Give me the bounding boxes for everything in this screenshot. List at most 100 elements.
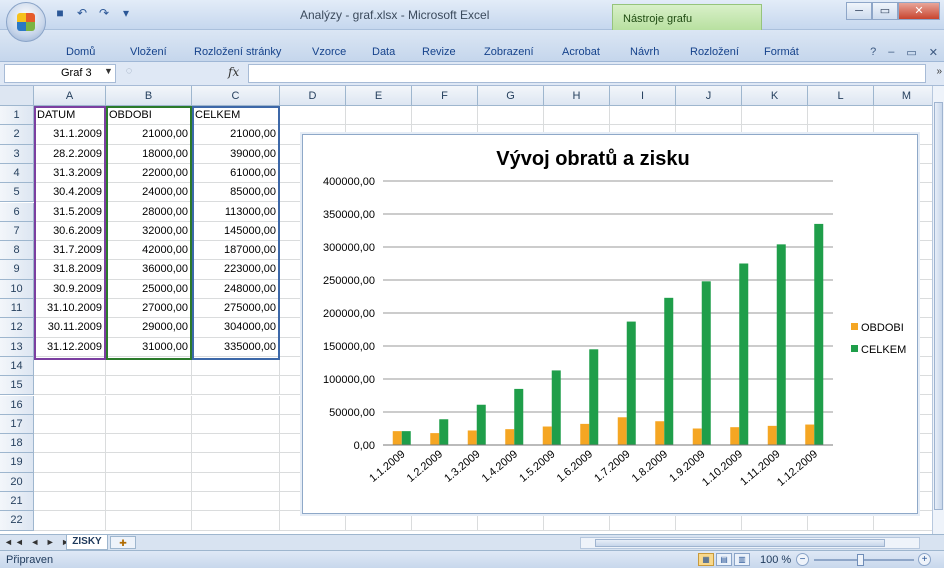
row-header-6[interactable]: 6 — [0, 202, 34, 222]
row-header-10[interactable]: 10 — [0, 279, 34, 299]
cell[interactable] — [106, 434, 192, 454]
formula-input[interactable] — [248, 64, 926, 83]
horizontal-scrollbar[interactable] — [580, 537, 920, 549]
row-header-21[interactable]: 21 — [0, 492, 34, 512]
cell[interactable] — [106, 472, 192, 492]
worksheet-grid[interactable]: ABCDEFGHIJKLM 1 2 3 4 5 6 7 8 9 10 11 12 13 14 15 16 17 1… — [0, 86, 932, 534]
save-icon[interactable]: ■ — [52, 5, 68, 21]
cell[interactable] — [192, 414, 280, 435]
column-header-h[interactable]: H — [544, 86, 610, 106]
row-header-11[interactable]: 11 — [0, 299, 34, 319]
cell[interactable] — [34, 434, 106, 454]
horizontal-scroll-thumb[interactable] — [595, 539, 885, 547]
office-button[interactable] — [6, 2, 46, 42]
cell[interactable] — [192, 472, 280, 492]
tab-layout[interactable]: Rozložení — [690, 46, 739, 58]
cell[interactable] — [192, 395, 280, 415]
row-header-9[interactable]: 9 — [0, 260, 34, 280]
ribbon-close-icon[interactable]: ✕ — [929, 46, 938, 59]
tab-acrobat[interactable]: Acrobat — [562, 46, 600, 58]
cell[interactable] — [106, 492, 192, 512]
cell[interactable] — [34, 395, 106, 415]
row-header-15[interactable]: 15 — [0, 376, 34, 396]
zoom-slider-track[interactable] — [814, 559, 914, 561]
tab-insert[interactable]: Vložení — [130, 46, 167, 58]
zoom-level[interactable]: 100 % — [760, 554, 791, 566]
cell[interactable] — [192, 376, 280, 396]
column-header-d[interactable]: D — [280, 86, 346, 106]
row-header-12[interactable]: 12 — [0, 318, 34, 338]
name-box-dropdown-icon[interactable]: ▼ — [104, 66, 113, 76]
cell[interactable] — [192, 492, 280, 512]
cell[interactable] — [676, 106, 742, 126]
zoom-slider-thumb[interactable] — [857, 554, 864, 566]
row-header-4[interactable]: 4 — [0, 163, 34, 184]
cell[interactable] — [34, 511, 106, 531]
row-header-2[interactable]: 2 — [0, 125, 34, 145]
row-header-14[interactable]: 14 — [0, 356, 34, 377]
close-button[interactable]: ✕ — [898, 2, 940, 20]
cell[interactable] — [106, 376, 192, 396]
zoom-out-icon[interactable]: − — [796, 553, 809, 566]
column-header-e[interactable]: E — [346, 86, 412, 106]
help-icon[interactable]: ? — [870, 46, 876, 59]
ribbon-minimize-icon[interactable]: – — [888, 46, 894, 59]
row-header-8[interactable]: 8 — [0, 241, 34, 261]
column-header-b[interactable]: B — [106, 86, 192, 106]
tab-format[interactable]: Formát — [764, 46, 799, 58]
cell[interactable] — [280, 106, 346, 126]
tab-design[interactable]: Návrh — [630, 46, 659, 58]
cell[interactable] — [34, 376, 106, 396]
cell[interactable] — [106, 511, 192, 531]
cell[interactable] — [192, 511, 280, 531]
cell[interactable] — [874, 106, 932, 126]
vertical-scrollbar[interactable] — [932, 86, 944, 534]
cell[interactable] — [34, 453, 106, 473]
row-header-22[interactable]: 22 — [0, 511, 34, 531]
cell[interactable] — [346, 106, 412, 126]
row-header-19[interactable]: 19 — [0, 453, 34, 473]
cell[interactable] — [412, 106, 478, 126]
tab-view[interactable]: Zobrazení — [484, 46, 534, 58]
row-header-20[interactable]: 20 — [0, 472, 34, 492]
column-header-l[interactable]: L — [808, 86, 874, 106]
row-header-18[interactable]: 18 — [0, 434, 34, 454]
insert-function-icon[interactable]: fx — [228, 65, 239, 79]
tab-data[interactable]: Data — [372, 46, 395, 58]
insert-sheet-icon[interactable]: ✚ — [110, 536, 136, 549]
tab-review[interactable]: Revize — [422, 46, 456, 58]
page-layout-view-icon[interactable]: ▤ — [716, 553, 732, 566]
normal-view-icon[interactable]: ▦ — [698, 553, 714, 566]
redo-icon[interactable]: ↷ — [96, 5, 112, 21]
column-header-i[interactable]: I — [610, 86, 676, 106]
cell[interactable] — [192, 453, 280, 473]
row-header-1[interactable]: 1 — [0, 106, 34, 126]
maximize-button[interactable]: ▭ — [872, 2, 898, 20]
row-header-13[interactable]: 13 — [0, 337, 34, 357]
sheet-tab-zisky[interactable]: ZISKY — [66, 535, 108, 550]
cell[interactable] — [544, 106, 610, 126]
cell[interactable] — [192, 434, 280, 454]
cell[interactable] — [106, 453, 192, 473]
cell[interactable] — [34, 472, 106, 492]
column-header-c[interactable]: C — [192, 86, 280, 106]
chart-object[interactable]: Vývoj obratů a zisku 0,00 50000,00 100000,0… — [302, 134, 918, 514]
customize-qat-icon[interactable]: ▾ — [118, 5, 134, 21]
column-header-j[interactable]: J — [676, 86, 742, 106]
cell[interactable] — [106, 395, 192, 415]
tab-page-layout[interactable]: Rozložení stránky — [194, 46, 281, 58]
cell[interactable] — [808, 106, 874, 126]
zoom-in-icon[interactable]: + — [918, 553, 931, 566]
cell[interactable] — [34, 492, 106, 512]
column-header-m[interactable]: M — [874, 86, 932, 106]
cell[interactable] — [478, 106, 544, 126]
column-header-a[interactable]: A — [34, 86, 106, 106]
row-header-7[interactable]: 7 — [0, 221, 34, 242]
cell[interactable] — [34, 414, 106, 435]
row-header-3[interactable]: 3 — [0, 144, 34, 164]
ribbon-restore-icon[interactable]: ▭ — [906, 46, 916, 59]
column-header-g[interactable]: G — [478, 86, 544, 106]
undo-icon[interactable]: ↶ — [74, 5, 90, 21]
column-header-f[interactable]: F — [412, 86, 478, 106]
tab-home[interactable]: Domů — [66, 46, 95, 58]
